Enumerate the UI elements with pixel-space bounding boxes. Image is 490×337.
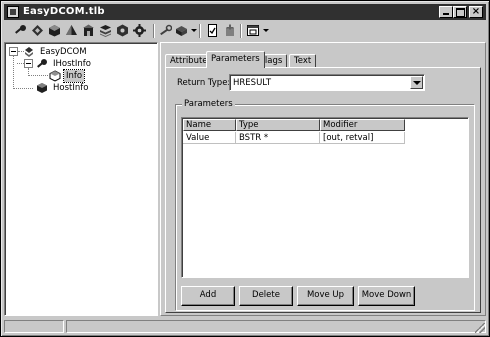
- toolbar-separator: [153, 24, 155, 38]
- collapse-toggle[interactable]: [24, 59, 33, 68]
- chevron-down-icon[interactable]: [263, 29, 269, 32]
- key-icon[interactable]: [13, 23, 28, 38]
- tree-node-library[interactable]: EasyDCOM: [23, 46, 89, 58]
- chevron-down-icon[interactable]: [410, 76, 423, 89]
- tree-node-label: IHostInfo: [53, 59, 91, 69]
- toolbar-separator: [240, 24, 242, 38]
- window-title: EasyDCOM.tlb: [23, 6, 105, 17]
- return-type-value: HRESULT: [233, 78, 272, 88]
- chevron-down-icon[interactable]: [191, 29, 197, 32]
- interface-key-icon: [37, 59, 47, 68]
- maximize-button[interactable]: [453, 6, 467, 18]
- move-down-button[interactable]: Move Down: [358, 286, 415, 306]
- status-pane: [66, 320, 486, 333]
- column-header-name[interactable]: Name: [183, 119, 236, 131]
- param-name-cell[interactable]: Value: [183, 132, 236, 144]
- wrench-icon[interactable]: [158, 23, 173, 38]
- module-icon[interactable]: [115, 23, 130, 38]
- close-icon: ×: [471, 6, 481, 17]
- app-icon[interactable]: [7, 6, 19, 18]
- tree-line: [17, 63, 24, 64]
- main-window: EasyDCOM.tlb × EasyDCOM IHostInfo Info H…: [0, 0, 490, 337]
- delete-button[interactable]: Delete: [239, 286, 293, 306]
- return-type-select[interactable]: HRESULT: [229, 74, 425, 91]
- cube-icon[interactable]: [47, 23, 62, 38]
- parameters-group-label: Parameters: [182, 98, 235, 110]
- collapse-toggle[interactable]: [9, 47, 18, 56]
- building-icon[interactable]: [81, 23, 96, 38]
- cube-dropdown-icon[interactable]: [174, 23, 189, 38]
- close-button[interactable]: ×: [469, 6, 483, 18]
- column-header-type[interactable]: Type: [236, 119, 320, 131]
- parameters-panel: Return Type: HRESULT Parameters Name Typ…: [165, 67, 481, 313]
- tree-node-interface[interactable]: IHostInfo: [36, 58, 93, 70]
- tree-node-method[interactable]: Info: [49, 69, 86, 83]
- toolbar-separator: [199, 24, 201, 38]
- move-up-button[interactable]: Move Up: [297, 286, 354, 306]
- title-bar[interactable]: EasyDCOM.tlb ×: [4, 4, 486, 20]
- table-row[interactable]: Value BSTR * [out, retval]: [183, 132, 405, 144]
- tree-line: [13, 56, 14, 89]
- status-pane: [4, 320, 64, 333]
- minimize-button[interactable]: [439, 6, 453, 18]
- coclass-icon: [37, 83, 47, 93]
- tree-line: [13, 88, 33, 89]
- window-dropdown-icon[interactable]: [246, 23, 261, 38]
- status-bar: [4, 319, 486, 334]
- column-header-modifier[interactable]: Modifier: [320, 119, 405, 131]
- param-modifier-cell[interactable]: [out, retval]: [320, 132, 405, 144]
- method-icon: [49, 70, 61, 82]
- parameters-group: Parameters Name Type Modifier Value BSTR…: [175, 98, 475, 311]
- library-icon: [25, 47, 33, 57]
- stack-icon[interactable]: [98, 23, 113, 38]
- diamond-icon[interactable]: [30, 23, 45, 38]
- file-check-icon[interactable]: [205, 23, 220, 38]
- gear-icon[interactable]: [132, 23, 147, 38]
- tools-icon[interactable]: [222, 23, 237, 38]
- properties-pane: Attributes Parameters Flags Text Return …: [160, 42, 486, 316]
- tree-node-label: Info: [62, 69, 86, 83]
- parameters-list[interactable]: Name Type Modifier Value BSTR * [out, re…: [181, 117, 469, 278]
- tree-node-label: EasyDCOM: [40, 47, 87, 57]
- tab-text[interactable]: Text: [289, 54, 317, 67]
- list-header: Name Type Modifier: [183, 119, 405, 131]
- tree-line: [28, 75, 48, 76]
- toolbar: [4, 22, 486, 41]
- type-library-tree[interactable]: EasyDCOM IHostInfo Info HostInfo: [4, 42, 158, 316]
- add-button[interactable]: Add: [181, 286, 235, 306]
- tree-node-label: HostInfo: [53, 83, 89, 93]
- tree-node-coclass[interactable]: HostInfo: [36, 82, 90, 94]
- return-type-label: Return Type:: [177, 78, 231, 88]
- tab-parameters[interactable]: Parameters: [206, 51, 265, 68]
- pyramid-icon[interactable]: [64, 23, 79, 38]
- param-type-cell[interactable]: BSTR *: [236, 132, 320, 144]
- resize-grip[interactable]: [475, 323, 485, 333]
